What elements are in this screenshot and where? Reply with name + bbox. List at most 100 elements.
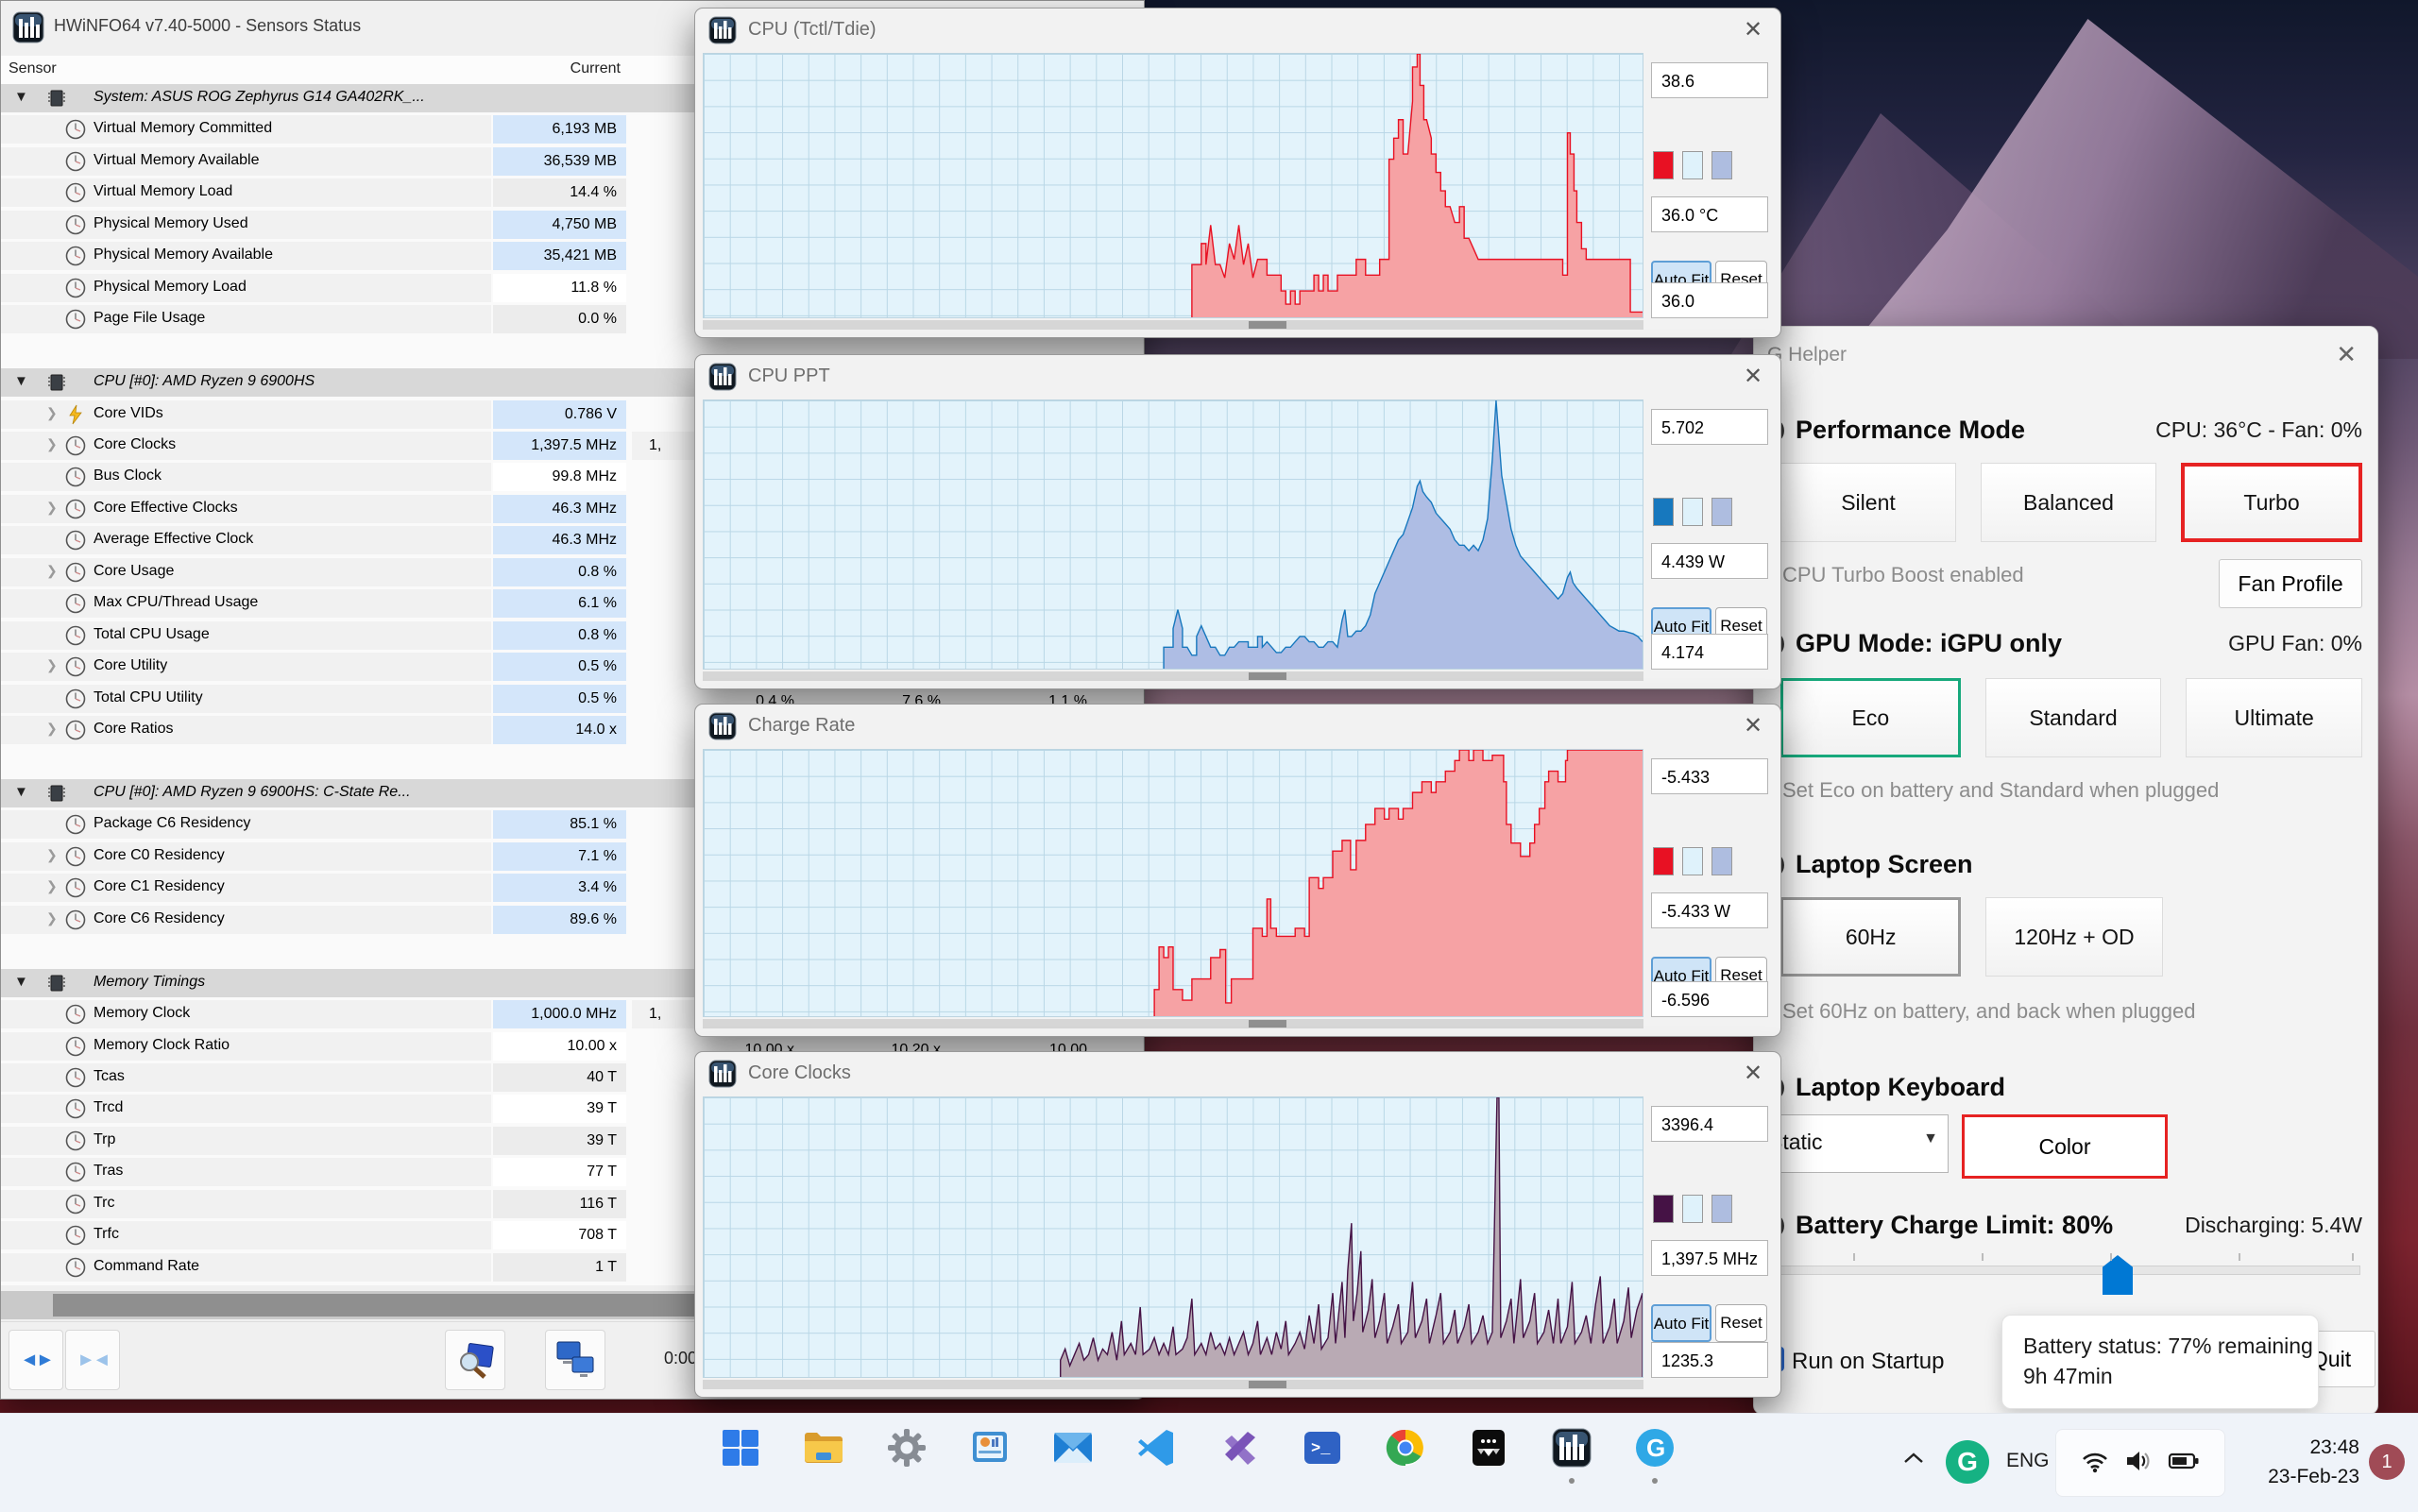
graph-scrollbar[interactable] — [703, 1380, 1643, 1389]
graph-titlebar[interactable]: CPU (Tctl/Tdie) ✕ — [695, 8, 1780, 52]
graph-titlebar[interactable]: Core Clocks ✕ — [695, 1052, 1780, 1096]
gpu-option-standard[interactable]: Standard — [1984, 678, 2162, 757]
graph-scrollbar[interactable] — [703, 320, 1643, 330]
remote-monitoring-button[interactable] — [545, 1330, 605, 1390]
sensor-name-cell: Trfc — [1, 1221, 491, 1250]
background-color-swatch[interactable] — [1682, 1195, 1703, 1223]
chevron-right-icon[interactable]: ❯ — [46, 657, 58, 673]
clock-icon — [65, 499, 86, 519]
window-title: HWiNFO64 v7.40-5000 - Sensors Status — [54, 16, 362, 35]
graph-current-value: 36.0 °C — [1651, 196, 1768, 232]
explorer-taskbar-icon[interactable] — [803, 1427, 844, 1469]
chevron-right-icon[interactable]: ❯ — [46, 910, 58, 926]
chevron-right-icon[interactable]: ❯ — [46, 563, 58, 579]
quick-settings-group[interactable] — [2055, 1429, 2225, 1497]
series-color-swatch[interactable] — [1653, 847, 1674, 875]
graph-titlebar[interactable]: CPU PPT ✕ — [695, 355, 1780, 399]
slider-handle[interactable] — [2103, 1255, 2133, 1295]
graph-plot-area[interactable] — [703, 1096, 1643, 1378]
monitor-taskbar-icon[interactable] — [969, 1427, 1011, 1469]
sensor-current-value: 89.6 % — [493, 905, 626, 934]
scrollbar-thumb[interactable] — [1248, 1381, 1286, 1388]
mail-taskbar-icon[interactable] — [1052, 1427, 1094, 1469]
hwinfo-taskbar-icon[interactable] — [1551, 1427, 1592, 1484]
sensor-current-value: 39 T — [493, 1095, 626, 1124]
auto-fit-button[interactable]: Auto Fit — [1651, 1304, 1711, 1342]
chip-icon — [46, 973, 67, 994]
performance-option-silent[interactable]: Silent — [1780, 463, 1956, 542]
ghelper-taskbar-icon[interactable]: G — [1634, 1427, 1676, 1484]
close-icon[interactable]: ✕ — [1739, 1060, 1767, 1088]
chevron-down-icon[interactable]: ▼ — [14, 373, 28, 389]
background-color-swatch[interactable] — [1682, 847, 1703, 875]
chevron-down-icon[interactable]: ▼ — [14, 784, 28, 800]
scrollbar-thumb[interactable] — [1248, 321, 1286, 329]
chevron-right-icon[interactable]: ❯ — [46, 405, 58, 421]
sensor-name-cell: Page File Usage — [1, 305, 491, 334]
close-icon[interactable]: ✕ — [2336, 340, 2357, 369]
sensor-label: Trc — [94, 1194, 115, 1211]
clock-icon — [65, 530, 86, 551]
grid-color-swatch[interactable] — [1711, 1195, 1732, 1223]
graph-plot-area[interactable] — [703, 53, 1643, 318]
settings-taskbar-icon[interactable] — [886, 1427, 928, 1469]
grid-color-swatch[interactable] — [1711, 498, 1732, 526]
background-color-swatch[interactable] — [1682, 151, 1703, 179]
vscode-taskbar-icon[interactable] — [1135, 1427, 1177, 1469]
scrollbar-thumb[interactable] — [1248, 1020, 1286, 1028]
fan-profile-button[interactable]: Fan Profile — [2219, 559, 2362, 608]
terminal-taskbar-icon[interactable]: >_ — [1302, 1427, 1343, 1469]
performance-option-turbo[interactable]: Turbo — [2181, 463, 2362, 542]
notification-badge[interactable]: 1 — [2369, 1444, 2405, 1480]
graph-scrollbar[interactable] — [703, 1019, 1643, 1028]
grammarly-tray-icon[interactable]: G — [1946, 1440, 1989, 1484]
chevron-right-icon[interactable]: ❯ — [46, 847, 58, 863]
clock-icon — [65, 846, 86, 867]
sensor-name-cell: ❯ Core Usage — [1, 557, 491, 586]
chevron-down-icon[interactable]: ▼ — [14, 89, 28, 105]
sensor-name-cell: Virtual Memory Load — [1, 178, 491, 208]
expand-columns-button[interactable]: ◄► — [9, 1330, 63, 1390]
slider-tick — [2352, 1253, 2354, 1261]
chevron-right-icon[interactable]: ❯ — [46, 436, 58, 452]
gpu-option-ultimate[interactable]: Ultimate — [2186, 678, 2363, 757]
grid-color-swatch[interactable] — [1711, 151, 1732, 179]
chrome-taskbar-icon[interactable] — [1385, 1427, 1426, 1469]
graph-titlebar[interactable]: Charge Rate ✕ — [695, 705, 1780, 748]
gpu-option-eco[interactable]: Eco — [1780, 678, 1961, 757]
blackapp-taskbar-icon[interactable] — [1468, 1427, 1509, 1469]
graph-plot-area[interactable] — [703, 399, 1643, 670]
chevron-right-icon[interactable]: ❯ — [46, 500, 58, 516]
keyboard-color-button[interactable]: Color — [1962, 1114, 2168, 1179]
reset-button[interactable]: Reset — [1715, 1304, 1767, 1342]
scrollbar-thumb[interactable] — [1248, 672, 1286, 680]
chevron-right-icon[interactable]: ❯ — [46, 721, 58, 737]
close-icon[interactable]: ✕ — [1739, 363, 1767, 391]
sensor-current-value: 36,539 MB — [493, 146, 626, 176]
series-color-swatch[interactable] — [1653, 498, 1674, 526]
start-taskbar-icon[interactable] — [720, 1427, 761, 1469]
graph-scrollbar[interactable] — [703, 671, 1643, 681]
keyboard-mode-select[interactable]: Static ▼ — [1754, 1114, 1949, 1173]
screen-option-60hz[interactable]: 60Hz — [1780, 897, 1962, 977]
series-color-swatch[interactable] — [1653, 1195, 1674, 1223]
column-sensor[interactable]: Sensor — [9, 60, 57, 77]
close-icon[interactable]: ✕ — [1739, 712, 1767, 740]
clock[interactable]: 23:48 23-Feb-23 — [2246, 1433, 2359, 1491]
series-color-swatch[interactable] — [1653, 151, 1674, 179]
performance-option-balanced[interactable]: Balanced — [1981, 463, 2156, 542]
system-summary-button[interactable] — [445, 1330, 505, 1390]
column-current[interactable]: Current — [492, 60, 621, 77]
chevron-down-icon[interactable]: ▼ — [14, 974, 28, 990]
chevron-right-icon[interactable]: ❯ — [46, 878, 58, 894]
collapse-columns-button[interactable]: ►◄ — [65, 1330, 120, 1390]
background-color-swatch[interactable] — [1682, 498, 1703, 526]
tray-overflow-chevron-icon[interactable] — [1903, 1452, 1924, 1470]
grid-color-swatch[interactable] — [1711, 847, 1732, 875]
screen-option-120hz-od[interactable]: 120Hz + OD — [1985, 897, 2163, 977]
graph-plot-area[interactable] — [703, 749, 1643, 1017]
close-icon[interactable]: ✕ — [1739, 16, 1767, 44]
visualstudio-taskbar-icon[interactable] — [1218, 1427, 1260, 1469]
battery-limit-slider[interactable] — [1769, 1253, 2360, 1295]
language-indicator[interactable]: ENG — [2006, 1450, 2050, 1472]
